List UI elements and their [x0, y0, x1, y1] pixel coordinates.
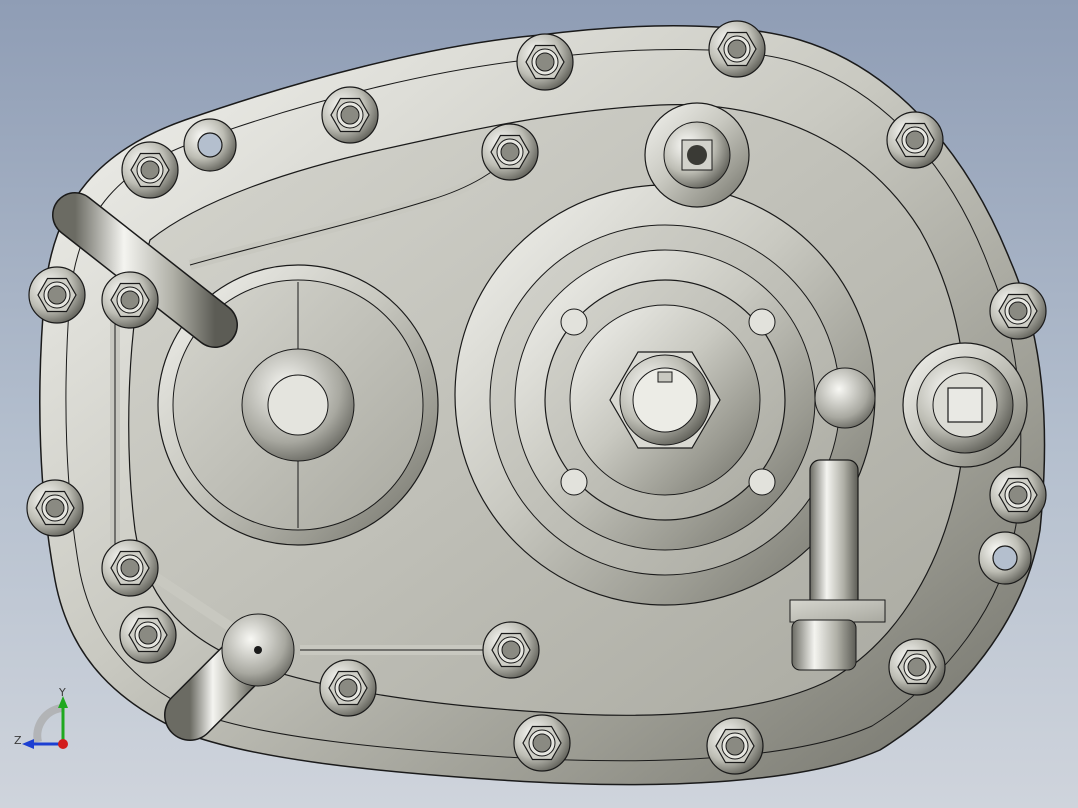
right-drain-plug	[902, 342, 1028, 468]
top-plug-boss	[644, 102, 750, 208]
triad-y-label: Y	[58, 686, 66, 699]
triad-z-label: Z	[14, 734, 22, 747]
view-triad[interactable]: Y Z	[10, 684, 80, 754]
triad-z-arrow	[22, 739, 34, 749]
graphics-viewport[interactable]: Y Z	[0, 0, 1078, 808]
triad-x-axis	[58, 739, 68, 749]
cad-model-gearbox-cover[interactable]	[0, 0, 1078, 808]
triad-arc	[33, 704, 63, 743]
